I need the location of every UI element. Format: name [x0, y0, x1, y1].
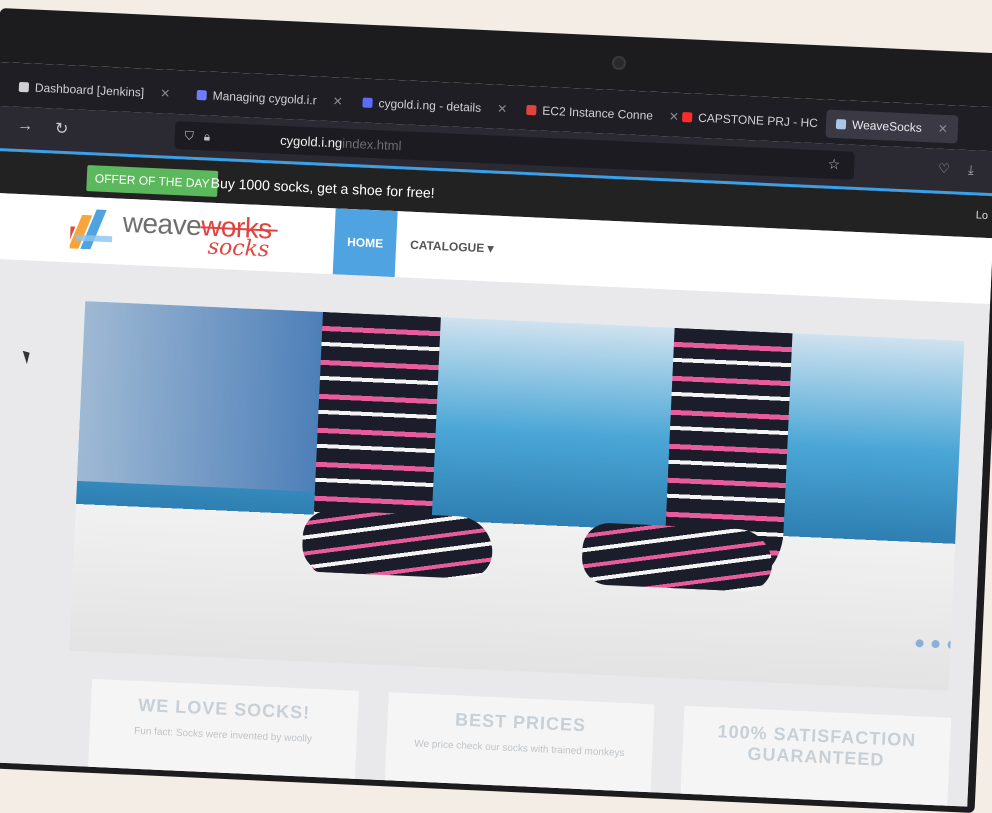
close-icon[interactable]: ✕	[937, 122, 948, 136]
logo-weave: weave	[122, 206, 202, 242]
pocket-icon[interactable]: ♡	[938, 161, 950, 178]
tab-weavesocks[interactable]: WeaveSocks ✕	[825, 109, 959, 144]
feature-title: WE LOVE SOCKS!	[137, 694, 311, 723]
webcam	[612, 56, 626, 70]
url-domain: cygold.i.ng	[279, 132, 343, 151]
tab-title: cygold.i.ng - details	[378, 96, 482, 115]
carousel-dot[interactable]	[915, 639, 924, 648]
feature-satisfaction: 100% SATISFACTION GUARANTEED	[680, 705, 952, 807]
youtube-icon	[681, 112, 693, 123]
close-icon[interactable]: ✕	[669, 109, 680, 123]
carousel-dots	[915, 639, 956, 649]
tab-title: CAPSTONE PRJ - HC	[697, 110, 819, 131]
login-link[interactable]: Lo	[976, 209, 989, 222]
hero-wall-shadow	[77, 301, 325, 492]
forward-icon[interactable]: →	[17, 117, 34, 136]
url-path: index.html	[341, 135, 402, 153]
close-icon[interactable]: ✕	[160, 86, 171, 100]
feature-text: We price check our socks with trained mo…	[414, 738, 625, 760]
feature-text: Fun fact: Socks were invented by woolly	[133, 725, 313, 745]
tab-capstone-prj[interactable]: CAPSTONE PRJ - HC ✕	[681, 103, 845, 138]
sock-foot	[301, 509, 494, 580]
screen: Dashboard [Jenkins] ✕ Managing cygold.i.…	[0, 62, 992, 807]
feature-title: 100% SATISFACTION GUARANTEED	[717, 721, 917, 770]
weavesocks-icon	[835, 118, 847, 130]
page-icon	[196, 89, 207, 101]
sock-foot	[580, 521, 774, 593]
bookmark-star-icon[interactable]: ☆	[827, 156, 840, 174]
hero-sock-left	[301, 311, 494, 580]
jenkins-icon	[18, 81, 30, 93]
nav-catalogue[interactable]: CATALOGUE ▾	[410, 238, 494, 256]
tab-managing-cygold[interactable]: Managing cygold.i.r ✕	[196, 81, 343, 116]
feature-title: BEST PRICES	[454, 709, 587, 736]
download-icon[interactable]: ⤓	[968, 162, 974, 178]
lock-icon: 🔒︎	[203, 128, 211, 144]
close-icon[interactable]: ✕	[497, 102, 508, 116]
tab-ec2-instance-connect[interactable]: EC2 Instance Conne ✕	[526, 96, 680, 131]
aws-icon	[526, 104, 537, 116]
hero-sock-right	[580, 327, 793, 593]
close-icon[interactable]: ✕	[332, 94, 343, 108]
tab-title: EC2 Instance Conne	[542, 103, 654, 123]
nav-home[interactable]: HOME	[332, 208, 398, 278]
tab-title: Managing cygold.i.r	[212, 88, 317, 108]
weaveworks-socks-logo[interactable]: weaveworks socks	[69, 202, 311, 267]
offer-text: Buy 1000 socks, get a shoe for free!	[210, 174, 436, 201]
tab-title: Dashboard [Jenkins]	[34, 80, 145, 100]
shield-icon: ⛉	[184, 127, 195, 143]
tab-cygold-details[interactable]: cygold.i.ng - details ✕	[362, 89, 508, 124]
globe-icon	[362, 97, 373, 108]
weaveworks-logo-icon	[69, 209, 113, 250]
offer-of-the-day-badge[interactable]: OFFER OF THE DAY	[86, 165, 219, 197]
reload-icon[interactable]: ↻	[55, 119, 69, 140]
logo-socks: socks	[207, 234, 270, 263]
carousel-dot[interactable]	[931, 639, 940, 649]
hero-carousel[interactable]	[69, 301, 965, 691]
tab-title: WeaveSocks	[851, 117, 923, 135]
feature-text	[692, 772, 938, 783]
tab-dashboard-jenkins[interactable]: Dashboard [Jenkins] ✕	[18, 73, 171, 108]
